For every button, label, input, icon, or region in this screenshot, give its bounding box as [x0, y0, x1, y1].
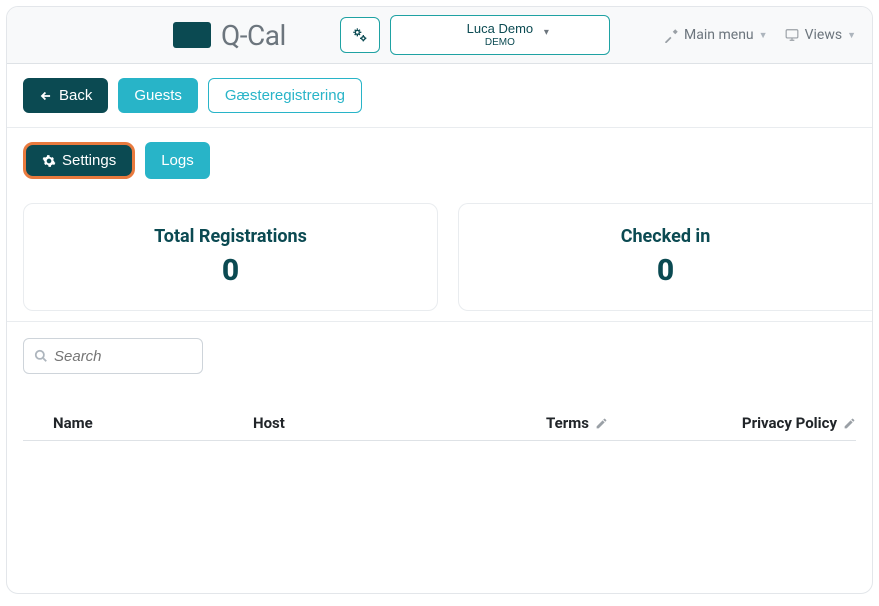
gears-icon	[351, 27, 369, 43]
gear-icon	[42, 154, 56, 168]
terms-label: Terms	[546, 414, 589, 432]
table-area: Name Host Terms Privacy Policy	[7, 322, 872, 457]
stat-value: 0	[40, 253, 421, 288]
col-privacy-header[interactable]: Privacy Policy	[726, 414, 856, 432]
stat-title: Total Registrations	[40, 226, 421, 247]
back-label: Back	[59, 87, 92, 104]
pencil-icon	[843, 417, 856, 430]
search-icon	[34, 349, 48, 363]
brand-logo	[173, 22, 211, 48]
main-menu-label: Main menu	[684, 27, 754, 43]
monitor-icon	[784, 28, 800, 42]
brand-text: Q-Cal	[221, 19, 286, 52]
breadcrumb-row: Back Guests Gæsteregistrering	[7, 64, 872, 128]
top-right: Main menu ▼ Views ▼	[664, 27, 856, 43]
back-button[interactable]: Back	[23, 78, 108, 113]
tenant-sub: DEMO	[485, 37, 515, 49]
main-menu-dropdown[interactable]: Main menu ▼	[664, 27, 768, 43]
tenant-dropdown[interactable]: Luca Demo DEMO ▾	[390, 15, 610, 55]
privacy-label: Privacy Policy	[742, 414, 837, 432]
brand: Q-Cal	[173, 19, 286, 52]
guests-label: Guests	[134, 87, 182, 104]
logs-tab[interactable]: Logs	[145, 142, 210, 179]
views-dropdown[interactable]: Views ▼	[784, 27, 856, 43]
total-registrations-card: Total Registrations 0	[23, 203, 438, 311]
guests-button[interactable]: Guests	[118, 78, 198, 113]
settings-gear-button[interactable]	[340, 17, 380, 53]
caret-down-icon: ▼	[759, 30, 768, 41]
table-header: Name Host Terms Privacy Policy	[23, 414, 856, 441]
search-box[interactable]	[23, 338, 203, 374]
wrench-icon	[664, 28, 679, 43]
logs-label: Logs	[161, 152, 194, 169]
guest-registration-button[interactable]: Gæsteregistrering	[208, 78, 362, 113]
guest-reg-label: Gæsteregistrering	[225, 87, 345, 104]
stat-title: Checked in	[475, 226, 856, 247]
pencil-icon	[595, 417, 608, 430]
top-center: Luca Demo DEMO ▾	[340, 15, 610, 55]
tenant-name: Luca Demo	[467, 21, 533, 37]
search-input[interactable]	[54, 348, 192, 365]
col-host-header: Host	[253, 414, 546, 432]
settings-label: Settings	[62, 152, 116, 169]
arrow-left-icon	[39, 89, 53, 103]
caret-down-icon: ▾	[544, 27, 549, 39]
stats-row: Total Registrations 0 Checked in 0	[7, 193, 872, 322]
tabs-row: Settings Logs	[7, 128, 872, 193]
app-window: Q-Cal Luca Demo DEMO ▾	[6, 6, 873, 594]
settings-tab[interactable]: Settings	[23, 142, 135, 179]
topbar: Q-Cal Luca Demo DEMO ▾	[7, 7, 872, 64]
views-label: Views	[805, 27, 843, 43]
checked-in-card: Checked in 0	[458, 203, 872, 311]
col-terms-header[interactable]: Terms	[546, 414, 726, 432]
col-name-header: Name	[23, 414, 253, 432]
caret-down-icon: ▼	[847, 30, 856, 41]
stat-value: 0	[475, 253, 856, 288]
